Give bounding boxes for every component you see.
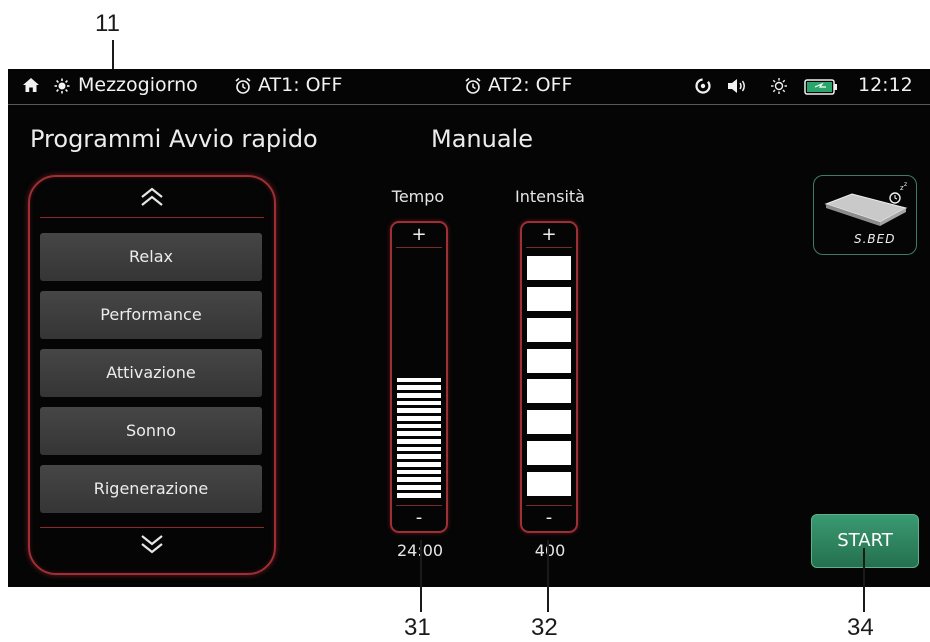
callout-32: 32	[531, 614, 558, 641]
daytime-mode-label[interactable]: Mezzogiorno	[78, 74, 198, 96]
intensita-level-segment	[527, 379, 571, 404]
tempo-level-segment	[397, 485, 441, 490]
manual-title[interactable]: Manuale	[431, 125, 533, 153]
intensita-level-segment	[527, 348, 571, 373]
tempo-plus-divider	[396, 247, 442, 248]
start-button[interactable]: START	[811, 514, 919, 568]
intensita-minus-divider	[526, 505, 572, 506]
alarm-clock-icon	[234, 77, 252, 100]
callout-11: 11	[95, 10, 120, 37]
tempo-level-segment	[397, 400, 441, 406]
intensita-slider[interactable]: + -	[520, 221, 578, 533]
intensita-level-segment	[527, 287, 571, 312]
tempo-level-segment	[397, 423, 441, 429]
status-bar-divider	[8, 104, 930, 105]
tempo-level-segment	[397, 477, 441, 483]
intensita-plus-button[interactable]: +	[522, 226, 576, 244]
callout-31-line	[420, 540, 422, 612]
tempo-label: Tempo	[391, 187, 445, 206]
tempo-level-segment	[397, 469, 441, 475]
bed-icon: z z	[820, 181, 910, 234]
intensita-plus-divider	[526, 247, 572, 248]
alarm2-status[interactable]: AT2: OFF	[488, 74, 572, 96]
alarm-clock-icon	[464, 77, 482, 100]
program-button-performance[interactable]: Performance	[40, 291, 262, 339]
tempo-level-segment	[397, 462, 441, 467]
intensita-level-segment	[527, 317, 571, 342]
tempo-minus-button[interactable]: -	[392, 509, 446, 527]
device-sbed-label: S.BED	[854, 232, 896, 246]
scroll-down-icon[interactable]	[30, 533, 274, 559]
device-sbed-tile[interactable]: z z S.BED	[813, 175, 917, 255]
program-list-panel: Relax Performance Attivazione Sonno Rige…	[28, 175, 276, 575]
list-divider-top	[40, 217, 264, 218]
intensita-level-segment	[527, 440, 571, 465]
callout-34-line	[863, 548, 865, 612]
callout-31: 31	[404, 614, 431, 641]
sync-icon[interactable]	[694, 77, 712, 100]
tempo-level-segment	[397, 408, 441, 413]
speaker-icon[interactable]	[726, 77, 748, 100]
tempo-level-segment	[397, 431, 441, 437]
tempo-level-segment	[397, 385, 441, 390]
alarm1-status[interactable]: AT1: OFF	[258, 74, 342, 96]
callout-32-line	[547, 540, 549, 612]
tempo-level-segment	[397, 392, 441, 398]
tempo-level-segment	[397, 377, 441, 383]
tempo-level-segment	[397, 439, 441, 444]
tempo-level-segment	[397, 415, 441, 421]
program-button-rigenerazione[interactable]: Rigenerazione	[40, 465, 262, 513]
tempo-minus-divider	[396, 505, 442, 506]
home-icon[interactable]	[22, 76, 40, 99]
program-button-sonno[interactable]: Sonno	[40, 407, 262, 455]
list-divider-bottom	[40, 527, 264, 528]
intensita-level-segment	[527, 256, 571, 281]
battery-icon	[804, 78, 838, 100]
callout-34: 34	[847, 614, 874, 641]
svg-text:z: z	[904, 182, 907, 188]
scroll-up-icon[interactable]	[30, 186, 274, 212]
program-button-relax[interactable]: Relax	[40, 233, 262, 281]
device-screen: Mezzogiorno AT1: OFF AT2: OFF 12:12 Prog…	[8, 69, 930, 587]
clock-time: 12:12	[858, 74, 913, 96]
tempo-level-segment	[397, 446, 441, 452]
brightness-icon[interactable]	[770, 77, 788, 100]
tempo-level-segment	[397, 492, 441, 498]
intensita-label: Intensità	[515, 187, 585, 206]
intensita-level-segment	[527, 410, 571, 435]
intensita-minus-button[interactable]: -	[522, 509, 576, 527]
tempo-plus-button[interactable]: +	[392, 226, 446, 244]
status-bar: Mezzogiorno AT1: OFF AT2: OFF 12:12	[8, 69, 930, 103]
sun-icon	[54, 77, 70, 99]
program-button-attivazione[interactable]: Attivazione	[40, 349, 262, 397]
intensita-value: 400	[534, 541, 566, 560]
tempo-level-segment	[397, 454, 441, 460]
tempo-slider[interactable]: + -	[390, 221, 448, 533]
intensita-level-segment	[527, 471, 571, 496]
quick-programs-title: Programmi Avvio rapido	[30, 125, 318, 153]
